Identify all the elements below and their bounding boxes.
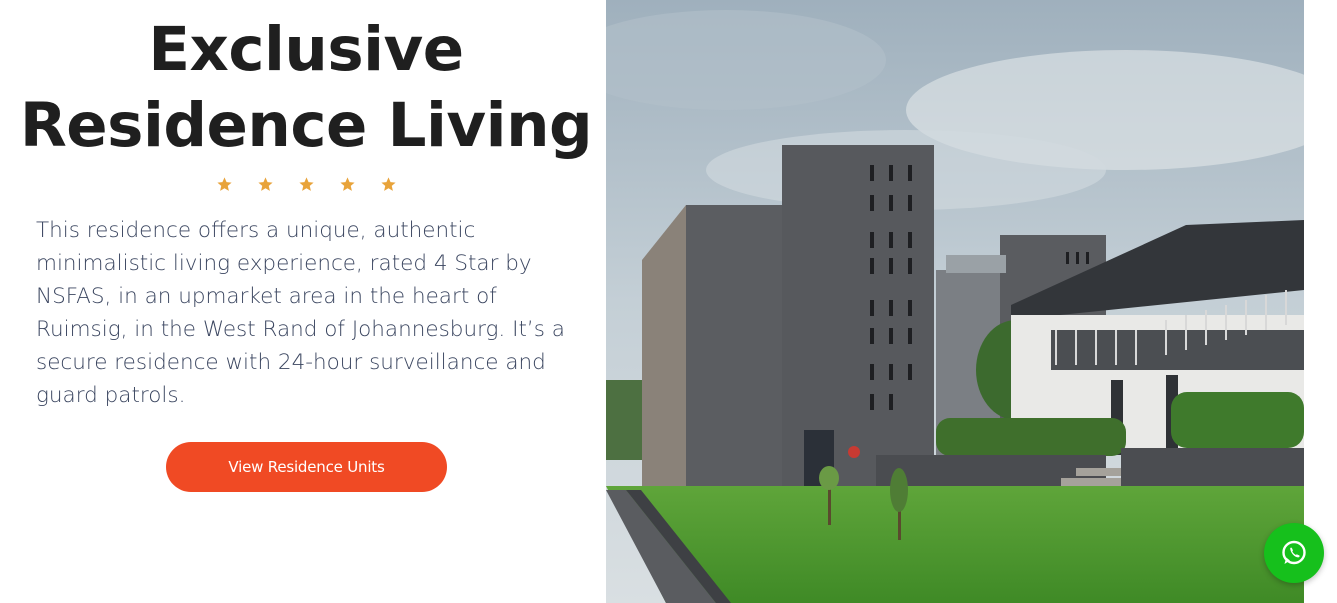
- whatsapp-chat-button[interactable]: [1264, 523, 1324, 583]
- view-residence-units-button[interactable]: View Residence Units: [166, 442, 447, 492]
- star-icon: [298, 177, 314, 191]
- residence-building-photo: [606, 0, 1304, 603]
- residence-description: This residence offers a unique, authenti…: [36, 218, 565, 408]
- title-line-2: Residence Living: [19, 90, 593, 161]
- star-icon: [339, 177, 355, 191]
- hero-section: Exclusive Residence Living This residenc…: [0, 0, 1337, 603]
- star-rating: [0, 176, 612, 193]
- page-title: Exclusive Residence Living: [0, 12, 612, 164]
- star-icon: [380, 177, 396, 191]
- whatsapp-icon: [1282, 540, 1306, 565]
- title-line-1: Exclusive: [148, 14, 464, 85]
- star-icon: [216, 177, 232, 191]
- hero-text-column: Exclusive Residence Living This residenc…: [0, 0, 606, 603]
- star-icon: [257, 177, 273, 191]
- page-right-margin: [1304, 0, 1337, 603]
